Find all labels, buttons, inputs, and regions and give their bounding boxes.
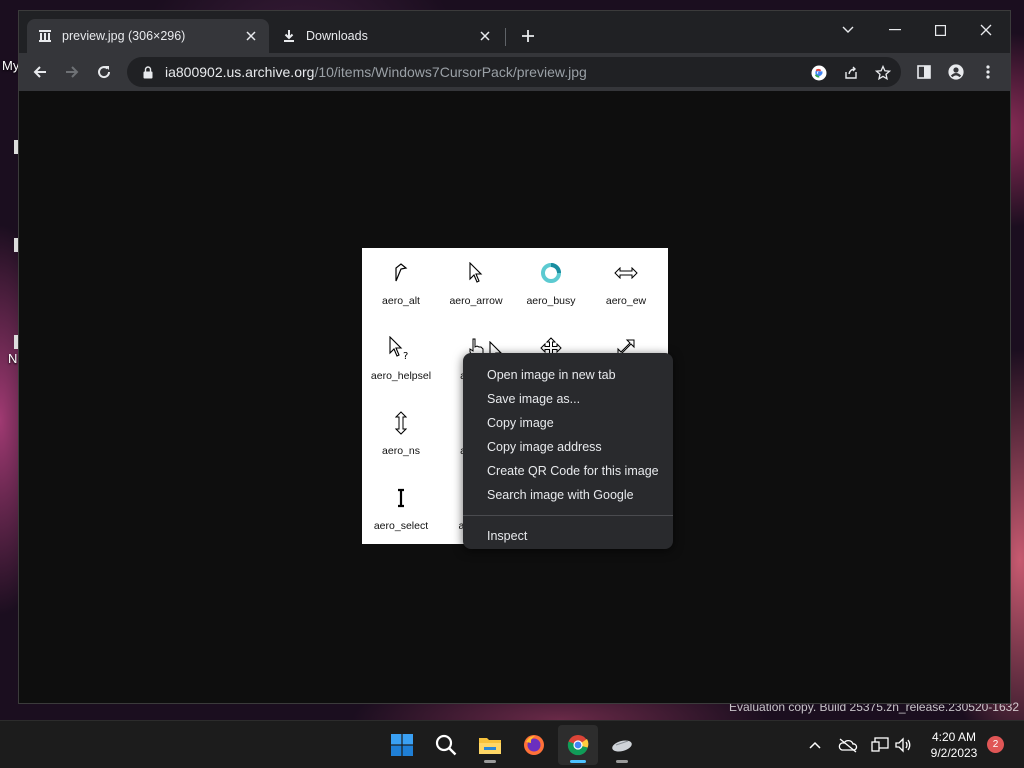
ns-cursor-icon <box>395 403 407 443</box>
running-indicator <box>616 760 628 763</box>
url-text: ia800902.us.archive.org/10/items/Windows… <box>165 64 587 80</box>
svg-text:?: ? <box>403 351 408 360</box>
lock-icon[interactable] <box>141 65 155 79</box>
notification-badge[interactable]: 2 <box>987 736 1004 753</box>
helpsel-cursor-icon: ? <box>389 328 413 368</box>
menu-item-copy-image[interactable]: Copy image <box>463 411 673 435</box>
arrow-cursor-icon <box>469 253 483 293</box>
cursor-cell: aero_busy <box>513 253 589 328</box>
menu-item-inspect[interactable]: Inspect <box>463 524 673 548</box>
cursor-cell: ? aero_helpsel <box>363 328 439 403</box>
cursor-label: aero_ew <box>605 295 647 307</box>
cursor-cell: aero_ew <box>588 253 664 328</box>
back-button[interactable] <box>25 57 55 87</box>
menu-item-create-qr-code[interactable]: Create QR Code for this image <box>463 459 673 483</box>
url-domain: ia800902.us.archive.org <box>165 64 315 80</box>
menu-item-open-image-new-tab[interactable]: Open image in new tab <box>463 363 673 387</box>
new-tab-button[interactable] <box>519 27 537 45</box>
context-menu: Open image in new tab Save image as... C… <box>463 353 673 549</box>
reload-button[interactable] <box>89 57 119 87</box>
busy-cursor-icon <box>540 253 562 293</box>
tab-preview[interactable]: preview.jpg (306×296) <box>27 19 269 53</box>
chrome-button[interactable] <box>558 725 598 765</box>
mouse-settings-button[interactable] <box>602 725 642 765</box>
download-icon <box>281 28 297 44</box>
tab-strip: preview.jpg (306×296) Downloads <box>19 11 1010 53</box>
address-bar[interactable]: ia800902.us.archive.org/10/items/Windows… <box>127 57 901 87</box>
onedrive-offline-icon[interactable] <box>838 735 858 755</box>
cursor-cell: aero_alt <box>363 253 439 328</box>
desktop-icon-label[interactable]: N <box>8 351 17 366</box>
close-window-button[interactable] <box>968 15 1004 45</box>
share-icon[interactable] <box>842 64 860 82</box>
volume-icon[interactable] <box>893 735 913 755</box>
menu-item-search-image-google[interactable]: Search image with Google <box>463 483 673 507</box>
tab-downloads[interactable]: Downloads <box>271 19 503 53</box>
chevron-up-icon[interactable] <box>805 735 825 755</box>
taskbar: 4:20 AM 9/2/2023 2 <box>0 720 1024 768</box>
file-explorer-button[interactable] <box>470 725 510 765</box>
forward-button[interactable] <box>57 57 87 87</box>
tab-title: preview.jpg (306×296) <box>62 29 186 43</box>
search-button[interactable] <box>426 725 466 765</box>
running-indicator <box>570 760 586 763</box>
menu-item-save-image-as[interactable]: Save image as... <box>463 387 673 411</box>
side-panel-button[interactable] <box>909 57 939 87</box>
google-lens-icon[interactable] <box>810 64 828 82</box>
firefox-button[interactable] <box>514 725 554 765</box>
profile-button[interactable] <box>941 57 971 87</box>
tab-title: Downloads <box>306 29 368 43</box>
cursor-cell: aero_ns <box>363 403 439 478</box>
cursor-label: aero_busy <box>526 295 576 307</box>
cursor-label: aero_arrow <box>449 295 503 307</box>
cursor-label: aero_select <box>373 520 429 532</box>
tab-search-button[interactable] <box>830 15 866 45</box>
cursor-label: aero_alt <box>382 295 420 307</box>
bookmark-star-icon[interactable] <box>874 64 892 82</box>
alt-cursor-icon <box>393 253 409 293</box>
cursor-label: aero_ns <box>382 445 420 457</box>
close-icon[interactable] <box>477 28 493 44</box>
running-indicator <box>484 760 496 763</box>
maximize-button[interactable] <box>922 15 958 45</box>
system-clock[interactable]: 4:20 AM 9/2/2023 <box>918 729 990 761</box>
start-button[interactable] <box>382 725 422 765</box>
browser-toolbar: ia800902.us.archive.org/10/items/Windows… <box>19 53 1010 91</box>
url-path: /10/items/Windows7CursorPack/preview.jpg <box>314 64 587 80</box>
network-icon[interactable] <box>870 735 890 755</box>
select-cursor-icon <box>396 478 406 518</box>
close-icon[interactable] <box>243 28 259 44</box>
cursor-cell: aero_select <box>363 478 439 553</box>
tab-separator <box>505 28 506 46</box>
clock-time: 4:20 AM <box>931 730 977 744</box>
desktop-icon-label[interactable]: My <box>2 58 19 73</box>
cursor-cell: aero_arrow <box>438 253 514 328</box>
archive-icon <box>37 28 53 44</box>
minimize-button[interactable] <box>877 15 913 45</box>
ew-cursor-icon <box>614 253 638 293</box>
clock-date: 9/2/2023 <box>930 746 978 760</box>
menu-item-copy-image-address[interactable]: Copy image address <box>463 435 673 459</box>
cursor-label: aero_helpsel <box>370 370 432 382</box>
menu-divider <box>463 515 673 516</box>
menu-button[interactable] <box>973 57 1003 87</box>
